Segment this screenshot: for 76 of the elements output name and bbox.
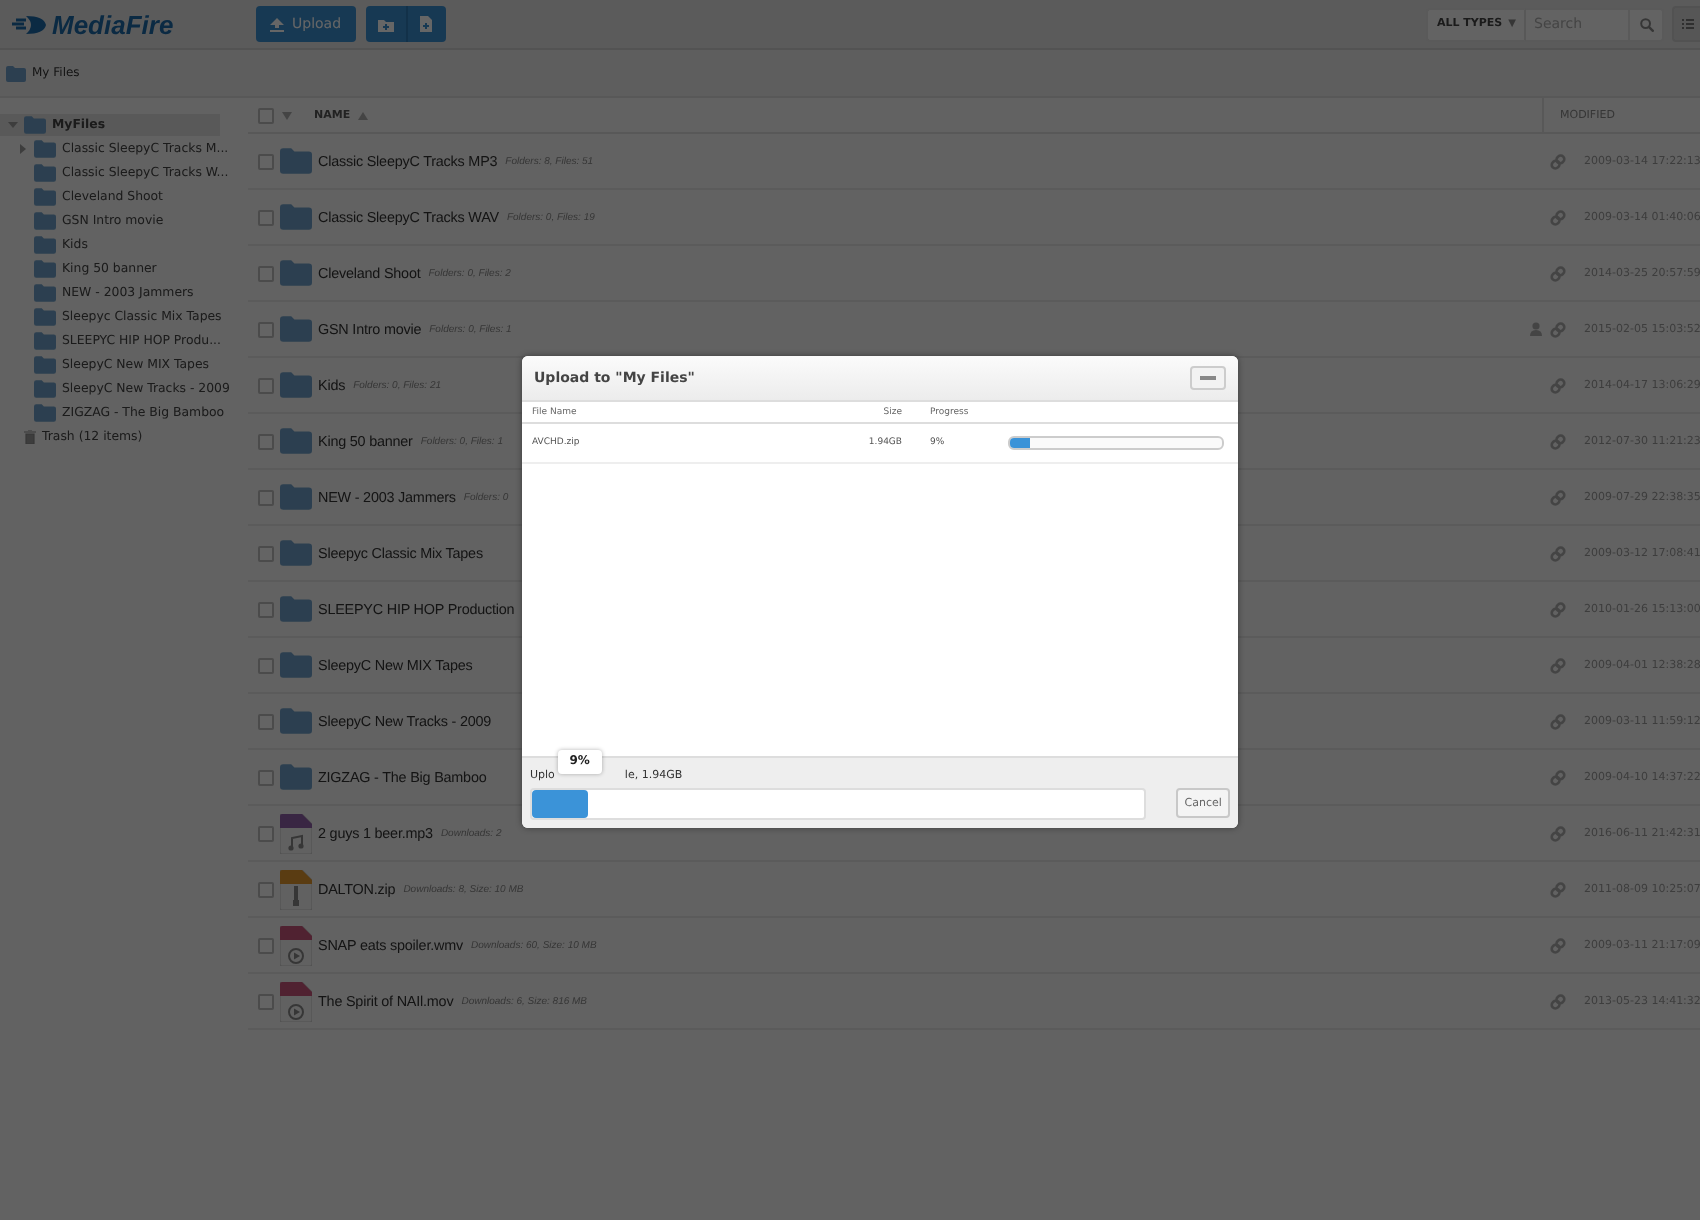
folder-icon bbox=[34, 331, 56, 349]
link-icon bbox=[1550, 769, 1566, 785]
link-icon bbox=[1550, 489, 1566, 505]
row-checkbox[interactable] bbox=[258, 993, 274, 1009]
folder-icon bbox=[34, 403, 56, 421]
link-icon bbox=[1550, 153, 1566, 169]
folder-icon bbox=[34, 139, 56, 157]
row-checkbox[interactable] bbox=[258, 153, 274, 169]
folder-icon bbox=[280, 708, 312, 734]
row-checkbox[interactable] bbox=[258, 209, 274, 225]
row-checkbox[interactable] bbox=[258, 433, 274, 449]
folder-icon bbox=[280, 316, 312, 342]
folder-icon bbox=[280, 764, 312, 790]
folder-icon bbox=[280, 148, 312, 174]
row-checkbox[interactable] bbox=[258, 657, 274, 673]
folder-icon bbox=[6, 65, 26, 81]
folder-icon bbox=[280, 652, 312, 678]
row-checkbox[interactable] bbox=[258, 489, 274, 505]
folder-icon bbox=[34, 187, 56, 205]
minimize-icon bbox=[1200, 376, 1216, 380]
row-checkbox[interactable] bbox=[258, 377, 274, 393]
link-icon bbox=[1550, 377, 1566, 393]
trash-icon bbox=[24, 429, 36, 443]
link-icon bbox=[1550, 825, 1566, 841]
search-icon bbox=[1639, 17, 1653, 31]
audio-file-icon bbox=[280, 813, 312, 853]
list-icon bbox=[1681, 18, 1693, 30]
folder-icon bbox=[34, 379, 56, 397]
link-icon bbox=[1550, 993, 1566, 1009]
row-checkbox[interactable] bbox=[258, 713, 274, 729]
folder-icon bbox=[34, 307, 56, 325]
folder-icon bbox=[34, 259, 56, 277]
row-checkbox[interactable] bbox=[258, 937, 274, 953]
upload-icon bbox=[270, 17, 284, 31]
logo-text: MediaFire bbox=[52, 9, 174, 39]
folder-icon bbox=[34, 283, 56, 301]
link-icon bbox=[1550, 713, 1566, 729]
select-all-checkbox[interactable] bbox=[258, 107, 274, 123]
folder-icon bbox=[34, 235, 56, 253]
row-checkbox[interactable] bbox=[258, 321, 274, 337]
flame-logo-icon bbox=[12, 15, 48, 33]
row-checkbox[interactable] bbox=[258, 601, 274, 617]
link-icon bbox=[1550, 209, 1566, 225]
video-file-icon bbox=[280, 981, 312, 1021]
row-checkbox[interactable] bbox=[258, 825, 274, 841]
folder-icon bbox=[280, 204, 312, 230]
link-icon bbox=[1550, 433, 1566, 449]
video-file-icon bbox=[280, 925, 312, 965]
folder-icon bbox=[34, 163, 56, 181]
row-checkbox[interactable] bbox=[258, 545, 274, 561]
zip-file-icon bbox=[280, 869, 312, 909]
link-icon bbox=[1550, 657, 1566, 673]
link-icon bbox=[1550, 601, 1566, 617]
link-icon bbox=[1550, 265, 1566, 281]
view-toggle-button[interactable] bbox=[1672, 6, 1700, 42]
folder-icon bbox=[280, 428, 312, 454]
caret-down-icon bbox=[8, 120, 18, 130]
folder-icon bbox=[34, 355, 56, 373]
folder-icon bbox=[24, 116, 46, 134]
minimize-button[interactable] bbox=[1190, 366, 1226, 390]
row-checkbox[interactable] bbox=[258, 769, 274, 785]
link-icon bbox=[1550, 937, 1566, 953]
row-checkbox[interactable] bbox=[258, 881, 274, 897]
folder-icon bbox=[280, 372, 312, 398]
folder-icon bbox=[280, 540, 312, 566]
row-checkbox[interactable] bbox=[258, 265, 274, 281]
link-icon bbox=[1550, 321, 1566, 337]
link-icon bbox=[1550, 881, 1566, 897]
search-button[interactable] bbox=[1630, 7, 1664, 41]
link-icon bbox=[1550, 545, 1566, 561]
folder-icon bbox=[34, 211, 56, 229]
file-plus-icon bbox=[420, 16, 433, 32]
folder-icon bbox=[280, 484, 312, 510]
folder-icon bbox=[280, 260, 312, 286]
folder-plus-icon bbox=[377, 17, 394, 31]
folder-icon bbox=[280, 596, 312, 622]
